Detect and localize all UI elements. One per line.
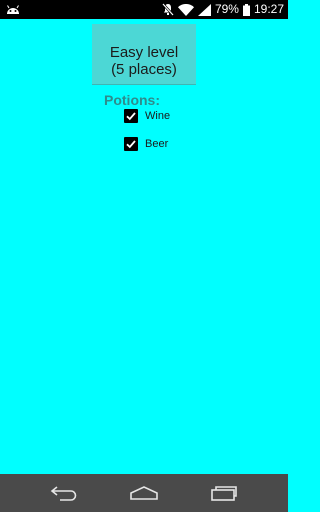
home-icon <box>130 486 158 500</box>
home-button[interactable] <box>129 483 159 503</box>
wine-option[interactable]: Wine <box>124 108 170 124</box>
checkmark-icon <box>126 112 136 121</box>
status-icons: 79% 19:27 <box>162 0 284 19</box>
wine-checkbox[interactable] <box>124 109 138 123</box>
status-time: 19:27 <box>253 2 284 16</box>
easy-level-button[interactable]: Easy level (5 places) <box>92 24 196 85</box>
back-icon <box>50 486 77 501</box>
checkmark-icon <box>126 140 136 149</box>
signal-icon <box>197 3 211 16</box>
battery-percent: 79% <box>214 2 239 16</box>
beer-option[interactable]: Beer <box>124 136 168 152</box>
wine-label[interactable]: Wine <box>145 110 170 122</box>
recents-button[interactable] <box>209 483 239 503</box>
navigation-bar <box>0 474 288 512</box>
beer-label[interactable]: Beer <box>145 138 168 150</box>
android-icon <box>7 5 19 14</box>
status-bar: 79% 19:27 <box>0 0 288 19</box>
recents-icon <box>211 486 237 501</box>
potions-label: Potions: <box>104 92 160 108</box>
wifi-icon <box>177 3 194 16</box>
back-button[interactable] <box>49 483 79 503</box>
battery-icon <box>242 3 250 16</box>
beer-checkbox[interactable] <box>124 137 138 151</box>
mute-icon <box>162 3 174 16</box>
